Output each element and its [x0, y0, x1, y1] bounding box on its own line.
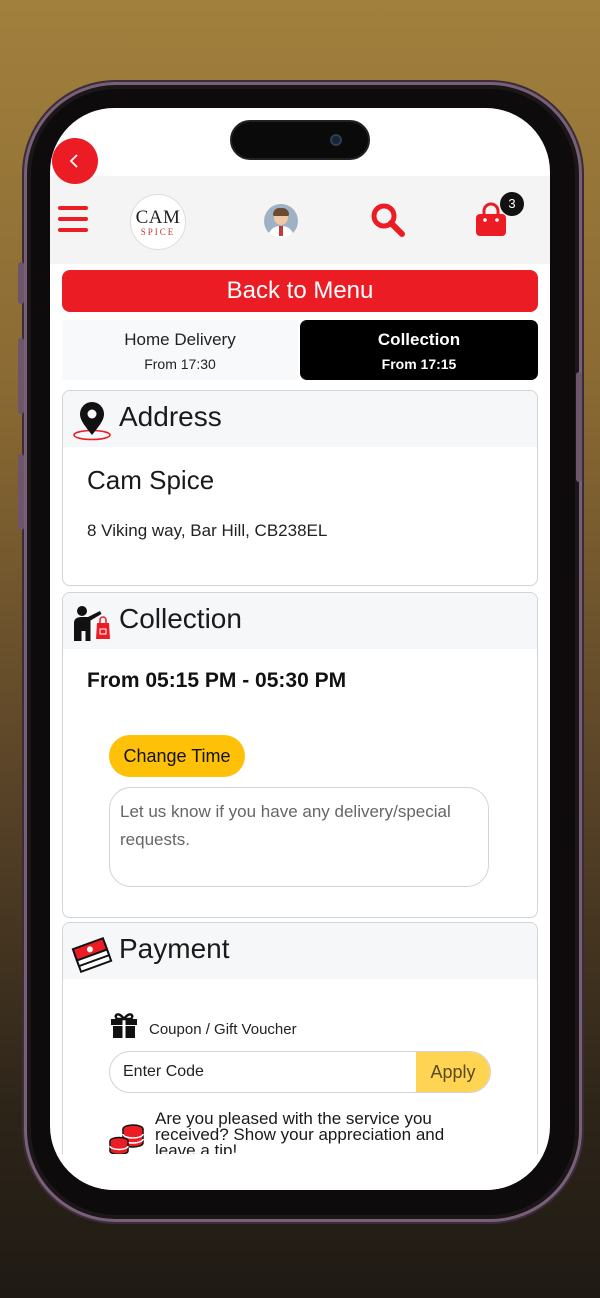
order-type-tabs: Home Delivery From 17:30 Collection From…: [62, 320, 538, 382]
dynamic-island: [230, 120, 370, 160]
logo-bottom-text: SPICE: [140, 227, 176, 237]
coupon-label: Coupon / Gift Voucher: [149, 1021, 297, 1038]
gift-icon: [111, 1013, 137, 1038]
address-card: Address Cam Spice 8 Viking way, Bar Hill…: [62, 390, 538, 586]
search-icon[interactable]: [370, 202, 406, 238]
coupon-code-input[interactable]: [110, 1052, 418, 1092]
tab-title: Collection: [377, 330, 461, 349]
location-pin-icon: [73, 402, 111, 441]
person-bag-icon: [74, 606, 110, 641]
tab-home-delivery[interactable]: Home Delivery From 17:30: [62, 320, 298, 380]
tab-collection[interactable]: Collection From 17:15: [300, 320, 538, 380]
collection-card-header: Collection: [63, 593, 537, 649]
restaurant-logo[interactable]: CAM SPICE: [130, 194, 186, 250]
restaurant-address: 8 Viking way, Bar Hill, CB238EL: [87, 521, 328, 540]
payment-heading: Payment: [119, 933, 230, 964]
hamburger-icon[interactable]: [58, 206, 88, 232]
coupon-code-group: Apply: [109, 1051, 491, 1093]
tab-title: Home Delivery: [124, 330, 236, 349]
address-card-header: Address: [63, 391, 537, 447]
cart-count-badge: 3: [500, 192, 524, 216]
tab-subtitle: From 17:30: [144, 356, 216, 372]
screen-bottom-area: [50, 1154, 550, 1190]
chevron-left-icon: [69, 154, 78, 168]
phone-side-button: [18, 338, 24, 414]
app-screen: CAM SPICE 3 Back to Menu Home Delivery F…: [50, 108, 550, 1190]
tip-prompt: Are you pleased with the service you rec…: [155, 1109, 445, 1160]
change-time-button[interactable]: Change Time: [109, 735, 245, 777]
address-heading: Address: [119, 401, 222, 432]
payment-card-header: Payment: [63, 923, 537, 979]
logo-top-text: CAM: [135, 207, 181, 228]
back-to-menu-button[interactable]: Back to Menu: [62, 270, 538, 312]
top-navigation-bar: CAM SPICE 3: [50, 176, 550, 264]
phone-side-button: [576, 372, 582, 482]
payment-card: Payment Coupon / Gift Voucher Apply Are …: [62, 922, 538, 1190]
special-requests-textarea[interactable]: Let us know if you have any delivery/spe…: [109, 787, 489, 887]
tab-subtitle: From 17:15: [381, 356, 457, 372]
money-stack-icon: [71, 936, 113, 973]
phone-side-button: [18, 262, 24, 304]
phone-side-button: [18, 454, 24, 530]
user-avatar[interactable]: [264, 204, 298, 238]
collection-time: From 05:15 PM - 05:30 PM: [87, 669, 347, 692]
collection-heading: Collection: [119, 603, 242, 634]
collection-card: Collection From 05:15 PM - 05:30 PM Chan…: [62, 592, 538, 918]
coins-icon: [109, 1124, 144, 1156]
apply-coupon-button[interactable]: Apply: [416, 1052, 490, 1092]
back-button[interactable]: [52, 138, 98, 184]
restaurant-name: Cam Spice: [87, 465, 215, 495]
